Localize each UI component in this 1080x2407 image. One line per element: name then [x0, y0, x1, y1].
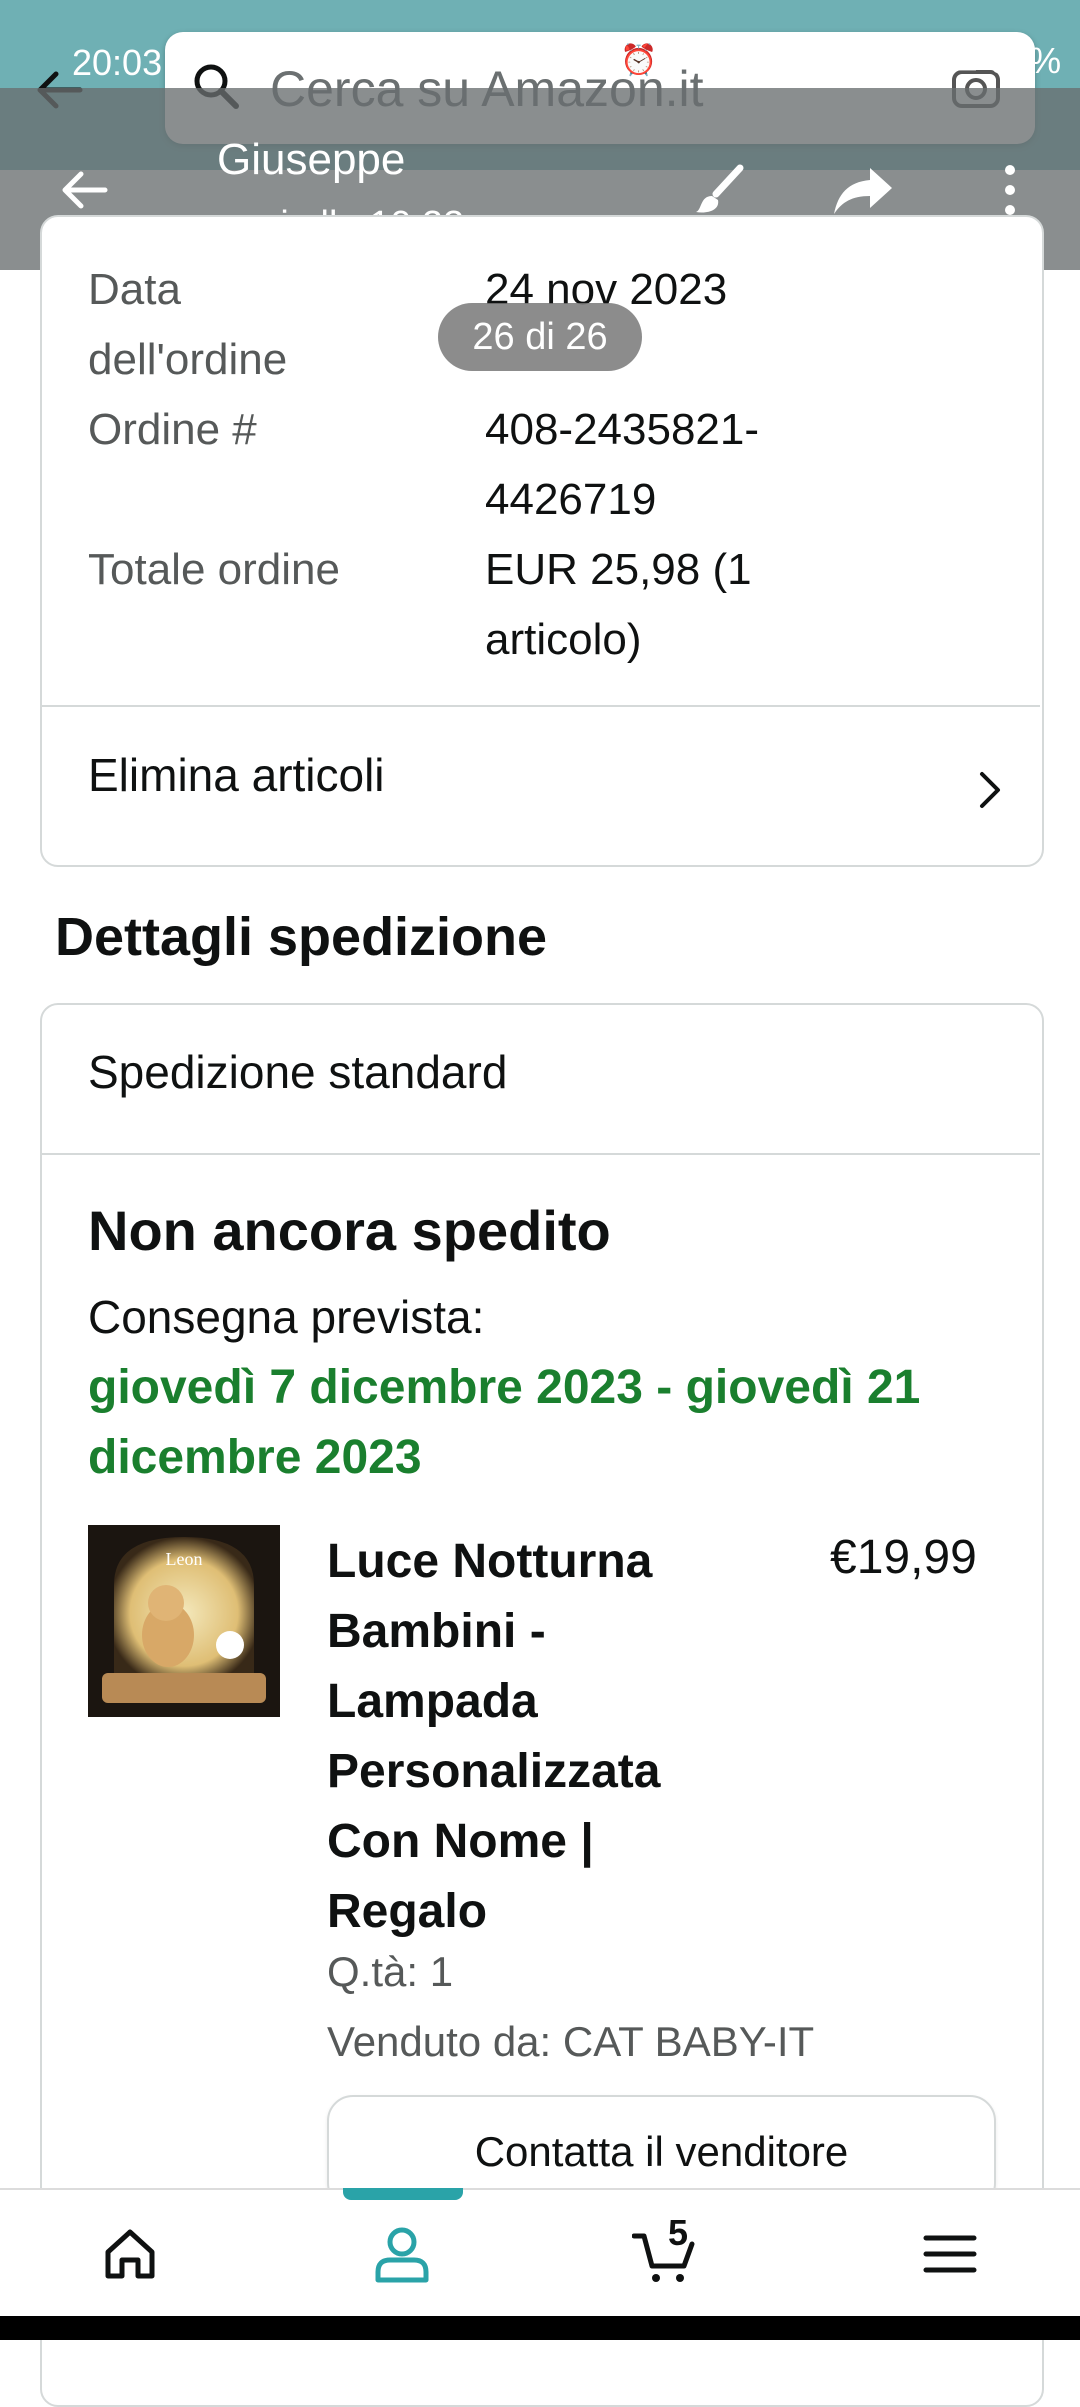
image-counter: 26 di 26 — [438, 303, 642, 371]
battery-indicator: ▭ 66% — [945, 40, 1061, 82]
signal-icon: ▂▄▆█ — [810, 43, 900, 77]
product-image[interactable]: Leon — [88, 1525, 280, 1717]
back-arrow-icon[interactable] — [55, 160, 115, 220]
brush-icon[interactable] — [690, 160, 750, 220]
product-price: €19,99 — [830, 1531, 977, 1584]
more-options-icon[interactable] — [990, 160, 1030, 220]
shipping-method: Spedizione standard — [88, 1046, 508, 1098]
network-speed-unit: K/s — [729, 62, 758, 84]
shipping-section-title: Dettagli spedizione — [55, 907, 548, 967]
account-icon[interactable] — [370, 2222, 434, 2286]
product-seller: Venduto da: CAT BABY-IT — [327, 2018, 815, 2065]
vibrate-icon: ▯ — [699, 43, 716, 77]
order-number-label: Ordine # — [88, 405, 257, 454]
order-total-label: Totale ordine — [88, 545, 340, 594]
order-date-label: Data dell'ordine — [88, 265, 288, 384]
product-title-link[interactable]: Luce Notturna Bambini - Lampada Personal… — [327, 1527, 707, 1947]
cart-count-badge: 5 — [668, 2212, 689, 2253]
temu-icon: TEMU — [407, 53, 472, 70]
alarm-icon: ⏰ — [620, 43, 658, 77]
battery-percent: 66% — [989, 40, 1062, 81]
signal-type: 4G+ — [771, 40, 803, 57]
notification-icons: 👁 N ✉ ● ➤ TEMU — [172, 42, 472, 77]
divider — [42, 705, 1040, 707]
status-time: 20:03 — [72, 42, 163, 83]
shipping-status: Non ancora spedito — [88, 1199, 611, 1262]
order-total-value: EUR 25,98 (1 articolo) — [485, 545, 752, 664]
network-speed: 30,7 K/s — [724, 40, 763, 84]
share-icon[interactable] — [830, 160, 896, 220]
lamp-engraved-name: Leon — [166, 1549, 203, 1569]
order-number-value: 408-2435821-4426719 — [485, 405, 760, 524]
product-quantity: Q.tà: 1 — [327, 1948, 454, 1995]
active-tab-indicator — [343, 2188, 463, 2200]
sender-name: Giuseppe — [217, 135, 406, 184]
network-speed-value: 30,7 — [724, 40, 763, 62]
bluetooth-icon: ✱ — [665, 43, 691, 77]
night-lamp-illustration: Leon — [88, 1525, 280, 1717]
divider — [42, 1153, 1040, 1155]
home-icon[interactable] — [98, 2222, 162, 2286]
expected-delivery-dates: giovedì 7 dicembre 2023 - giovedì 21 dic… — [88, 1361, 921, 1484]
system-status-icons: ⏰ ✱ ▯ 30,7 K/s 4G+ ▂▄▆█ — [620, 40, 899, 84]
system-navigation-bar — [0, 2316, 1080, 2340]
chevron-right-icon[interactable] — [970, 760, 1010, 820]
status-bar: 20:03 👁 N ✉ ● ➤ TEMU ⏰ ✱ ▯ 30,7 K/s 4G+ … — [0, 0, 1080, 88]
battery-icon: ▭ — [945, 40, 980, 81]
delete-items-link[interactable]: Elimina articoli — [88, 748, 385, 802]
expected-delivery-label: Consegna prevista: — [88, 1291, 485, 1343]
notification-icons-glyphs: 👁 N ✉ ● ➤ — [172, 43, 388, 76]
menu-icon[interactable] — [918, 2222, 982, 2286]
